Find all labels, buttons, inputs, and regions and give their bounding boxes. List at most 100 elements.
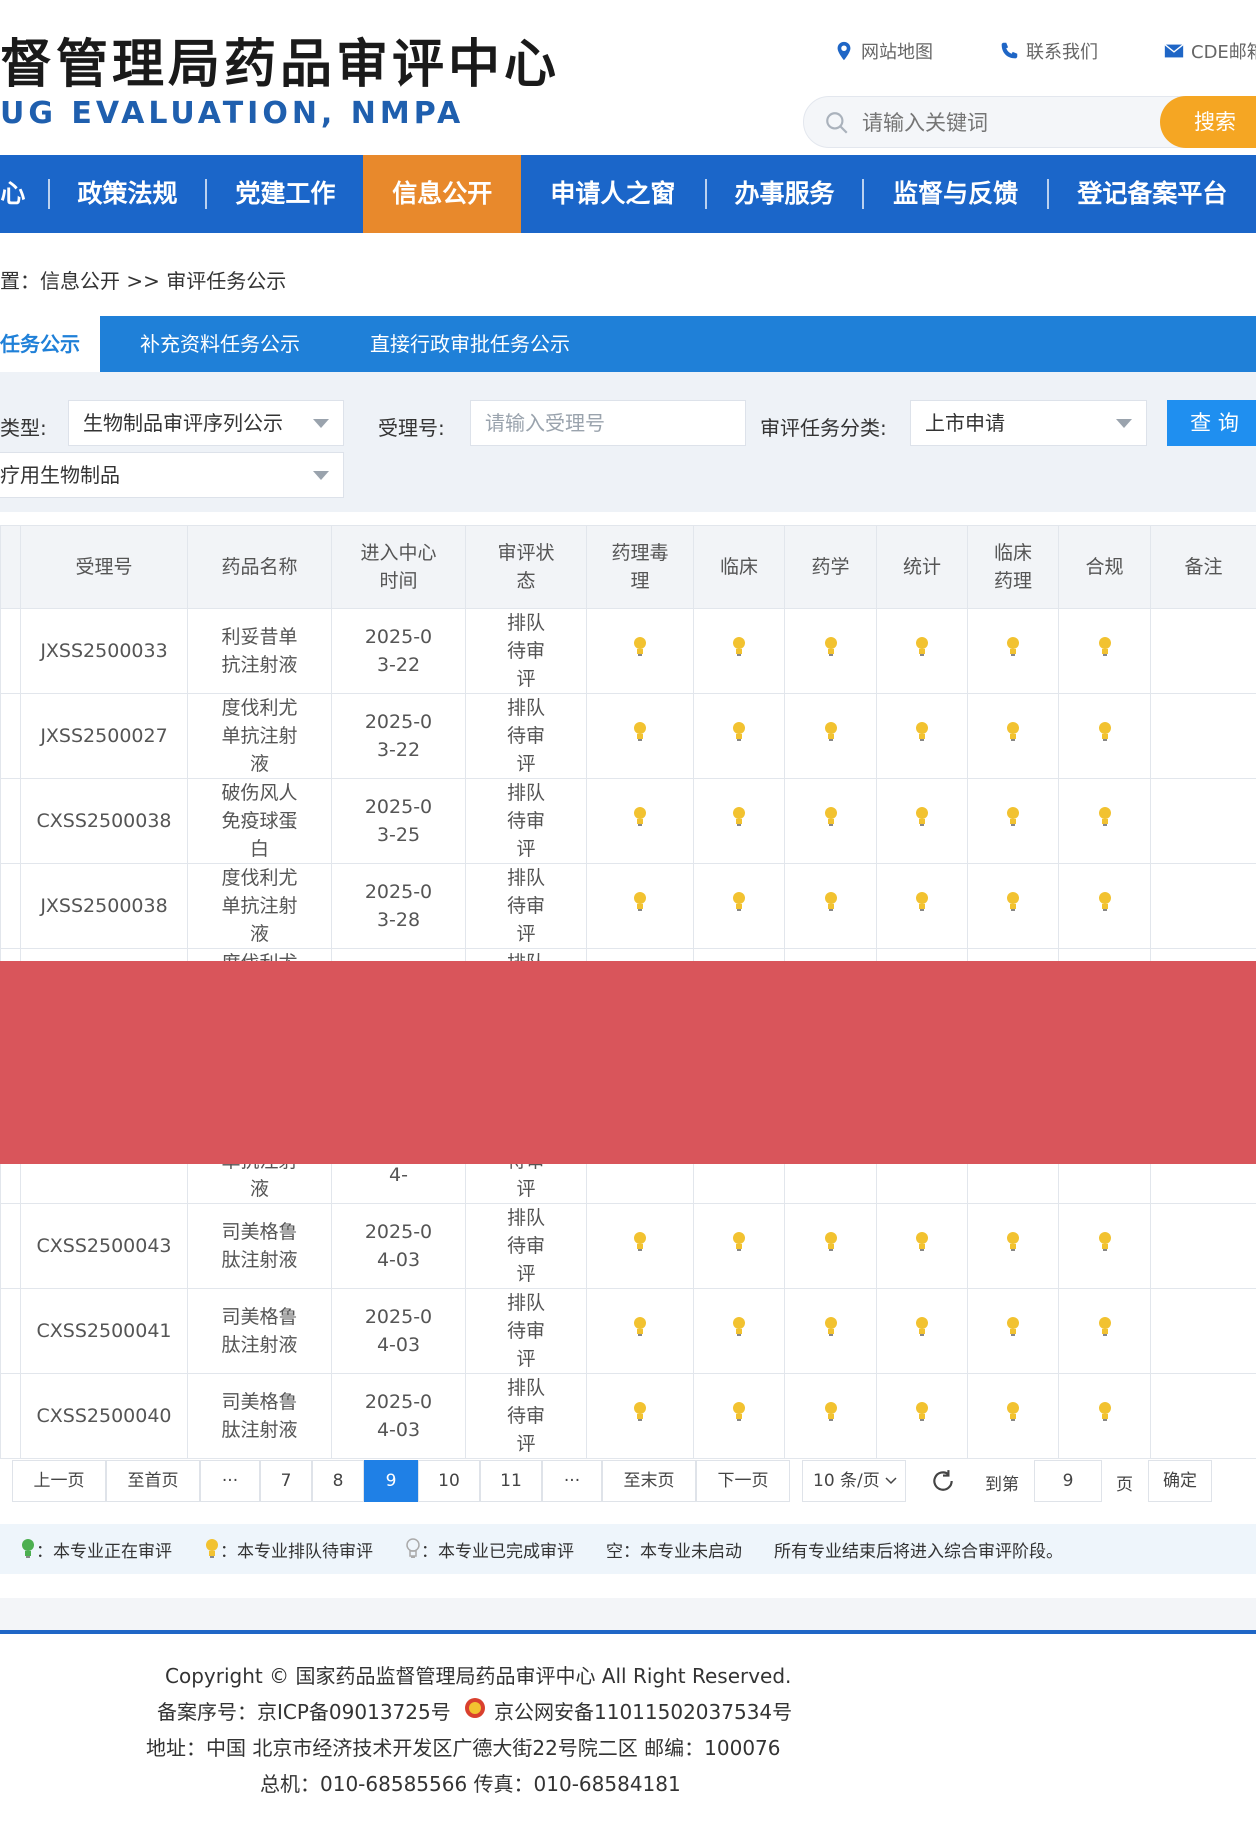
cell-review-indicator (784, 1288, 877, 1374)
cell-review-indicator (784, 1373, 877, 1459)
col-compliance: 合规 (1058, 525, 1151, 609)
subtype-select-value: 疗用生物制品 (0, 463, 120, 487)
pagination-ellipsis[interactable]: ··· (542, 1460, 602, 1502)
cell-review-indicator (967, 863, 1059, 949)
sitemap-link[interactable]: 网站地图 (833, 38, 933, 64)
cell-review-indicator (784, 608, 877, 694)
cell-entry-time: 2025-03-28 (331, 863, 466, 949)
subtype-select[interactable]: 疗用生物制品 (0, 452, 344, 498)
legend-gray-text: ：本专业已完成审评 (421, 1541, 574, 1562)
category-select[interactable]: 上市申请 (910, 400, 1147, 446)
cell-review-indicator (1058, 778, 1151, 864)
cell-review-indicator (967, 1373, 1059, 1459)
cell-remark (1150, 1288, 1256, 1374)
page-10-button[interactable]: 10 (418, 1460, 480, 1502)
first-page-button[interactable]: 至首页 (106, 1460, 200, 1502)
nav-item-registration[interactable]: 登记备案平台 (1049, 155, 1256, 233)
nav-item-info[interactable]: 信息公开 (363, 155, 522, 233)
phone-icon (1001, 42, 1018, 59)
accept-number-input[interactable]: 请输入受理号 (470, 400, 746, 446)
cde-mail-label: CDE邮箱 (1191, 42, 1256, 63)
table-row: JXSS2500033 利妥昔单抗注射液 2025-03-22 排队待审评 (0, 608, 1256, 694)
page-11-button[interactable]: 11 (480, 1460, 542, 1502)
filter-panel: 类型: 生物制品审评序列公示 受理号: 请输入受理号 审评任务分类: 上市申请 … (0, 372, 1256, 512)
cell-review-indicator (586, 1373, 694, 1459)
nav-item-applicant[interactable]: 申请人之窗 (521, 155, 704, 233)
cell-review-indicator (1058, 608, 1151, 694)
bulb-yellow-icon (916, 1402, 928, 1421)
cell-review-indicator (1058, 693, 1151, 779)
footer-icp[interactable]: 备案序号：京ICP备09013725号 (157, 1696, 451, 1725)
nav-item-party[interactable]: 党建工作 (207, 155, 363, 233)
page-9-button[interactable]: 9 (364, 1460, 418, 1502)
footer-copyright: Copyright © 国家药品监督管理局药品审评中心 All Right Re… (165, 1664, 792, 1688)
cell-review-indicator (876, 1373, 968, 1459)
refresh-icon[interactable] (930, 1468, 956, 1494)
col-pharmacy: 药学 (784, 525, 877, 609)
bulb-yellow-icon (1098, 637, 1111, 656)
cell-remark (1150, 608, 1256, 694)
bulb-yellow-icon (1098, 1402, 1111, 1421)
bulb-yellow-icon (824, 1402, 837, 1421)
highlight-window (16, 992, 1237, 1127)
page-8-button[interactable]: 8 (312, 1460, 364, 1502)
table-row: CXSS2500038 破伤风人免疫球蛋白 2025-03-25 排队待审评 (0, 778, 1256, 864)
bulb-yellow-icon (1098, 892, 1111, 911)
tab-supplement[interactable]: 补充资料任务公示 (100, 316, 340, 372)
query-button[interactable]: 查 询 (1167, 400, 1256, 446)
col-clinical: 临床 (693, 525, 785, 609)
nav-item-service[interactable]: 办事服务 (707, 155, 863, 233)
cell-entry-time: 2025-03-22 (331, 693, 466, 779)
footer-separator (0, 1598, 1256, 1630)
cell-entry-time: 2025-04-03 (331, 1203, 466, 1289)
pagination-ellipsis[interactable]: ··· (200, 1460, 260, 1502)
cell-review-indicator (967, 1288, 1059, 1374)
tab-task-public[interactable]: 任务公示 (0, 316, 100, 372)
drug-name-text: 度伐利尤单抗注射液 (221, 697, 298, 775)
drug-name-text: 司美格鲁肽注射液 (221, 1306, 298, 1356)
cell-review-indicator (693, 1288, 785, 1374)
row-blank (0, 1203, 21, 1289)
cell-review-indicator (876, 863, 968, 949)
next-page-button[interactable]: 下一页 (696, 1460, 790, 1502)
cell-drug-name: 司美格鲁肽注射液 (187, 1288, 332, 1374)
tab-direct-approval[interactable]: 直接行政审批任务公示 (340, 316, 610, 372)
bulb-yellow-icon (1098, 1232, 1111, 1251)
cell-drug-name: 度伐利尤单抗注射液 (187, 863, 332, 949)
cell-review-indicator (784, 693, 877, 779)
bulb-yellow-icon (1007, 637, 1019, 656)
nav-item-supervision[interactable]: 监督与反馈 (864, 155, 1046, 233)
page-7-button[interactable]: 7 (260, 1460, 312, 1502)
cell-status: 排队待审评 (465, 693, 587, 779)
nav-item-center[interactable]: 心 (0, 155, 26, 233)
col-pharm-tox-label: 药理毒理 (611, 542, 669, 592)
search-button[interactable]: 搜索 (1160, 96, 1256, 148)
cell-drug-name: 司美格鲁肽注射液 (187, 1373, 332, 1459)
prev-page-button[interactable]: 上一页 (12, 1460, 106, 1502)
entry-time-text: 2025-03-28 (364, 881, 433, 931)
goto-page-input[interactable]: 9 (1034, 1460, 1102, 1502)
footer-phone: 总机：010-68585566 传真：010-68584181 (260, 1772, 681, 1796)
col-pharm-tox: 药理毒理 (586, 525, 694, 609)
table-row: JXSS2500038 度伐利尤单抗注射液 2025-03-28 排队待审评 (0, 863, 1256, 949)
type-select[interactable]: 生物制品审评序列公示 (68, 400, 344, 446)
cell-accept-no: CXSS2500041 (20, 1288, 188, 1374)
cell-status: 排队待审评 (465, 778, 587, 864)
col-entry-time: 进入中心时间 (331, 525, 466, 609)
footer-police[interactable]: 京公网安备11011502037534号 (494, 1696, 792, 1725)
last-page-button[interactable]: 至末页 (602, 1460, 696, 1502)
bulb-green-icon (22, 1539, 34, 1558)
cell-review-indicator (586, 778, 694, 864)
goto-confirm-button[interactable]: 确定 (1148, 1460, 1212, 1502)
cell-review-indicator (876, 608, 968, 694)
page-size-select[interactable]: 10 条/页 (802, 1460, 906, 1502)
search-input[interactable] (862, 105, 1142, 141)
breadcrumb: 置：信息公开 >> 审评任务公示 (0, 269, 287, 293)
bulb-yellow-icon (824, 637, 837, 656)
cell-drug-name: 利妥昔单抗注射液 (187, 608, 332, 694)
bulb-yellow-icon (733, 1232, 745, 1251)
contact-link[interactable]: 联系我们 (998, 38, 1098, 64)
cde-mail-link[interactable]: CDE邮箱 (1163, 38, 1256, 64)
nav-item-policy[interactable]: 政策法规 (50, 155, 206, 233)
cell-review-indicator (784, 1203, 877, 1289)
